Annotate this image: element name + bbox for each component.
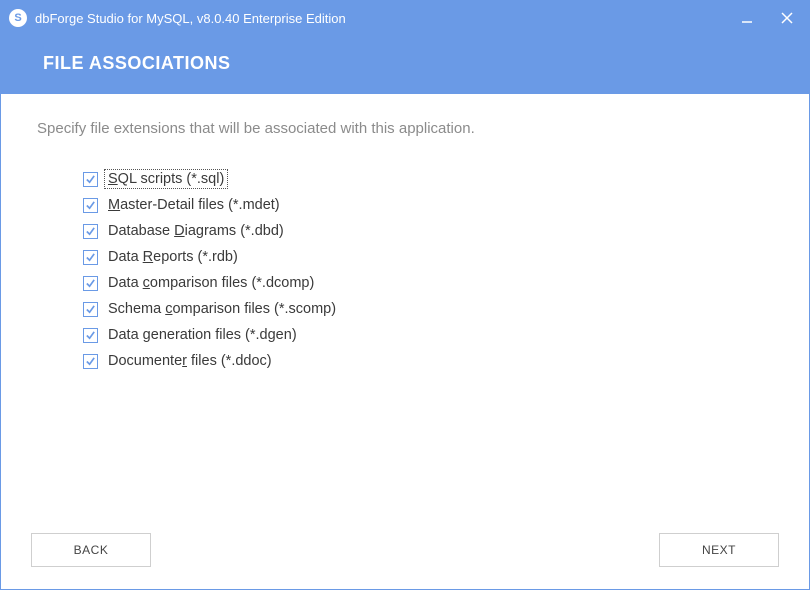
label-post: eports (*.rdb) xyxy=(153,249,238,265)
checkbox[interactable] xyxy=(83,328,98,343)
file-association-label[interactable]: SQL scripts (*.sql) xyxy=(106,171,226,187)
label-mnemonic: g xyxy=(143,327,151,343)
app-icon: S xyxy=(9,9,27,27)
label-pre: Data xyxy=(108,327,143,343)
file-association-item: Data Reports (*.rdb) xyxy=(83,249,773,265)
file-association-label[interactable]: Data generation files (*.dgen) xyxy=(106,327,299,343)
file-association-item: Database Diagrams (*.dbd) xyxy=(83,223,773,239)
file-association-label[interactable]: Data Reports (*.rdb) xyxy=(106,249,240,265)
file-association-item: SQL scripts (*.sql) xyxy=(83,171,773,187)
label-mnemonic: S xyxy=(108,171,118,187)
back-button[interactable]: BACK xyxy=(31,533,151,567)
next-button[interactable]: NEXT xyxy=(659,533,779,567)
label-post: iagrams (*.dbd) xyxy=(185,223,284,239)
file-association-label[interactable]: Documenter files (*.ddoc) xyxy=(106,353,274,369)
label-mnemonic: D xyxy=(174,223,184,239)
label-mnemonic: c xyxy=(143,275,150,291)
checkbox[interactable] xyxy=(83,198,98,213)
label-pre: Schema xyxy=(108,301,165,317)
footer: BACK NEXT xyxy=(1,519,809,589)
file-association-label[interactable]: Master-Detail files (*.mdet) xyxy=(106,197,282,213)
label-mnemonic: R xyxy=(143,249,153,265)
file-association-list: SQL scripts (*.sql) Master-Detail files (… xyxy=(37,171,773,369)
header-band: FILE ASSOCIATIONS xyxy=(1,35,809,94)
content-area: Specify file extensions that will be ass… xyxy=(1,94,809,519)
checkbox[interactable] xyxy=(83,250,98,265)
minimize-icon xyxy=(741,12,753,24)
file-association-label[interactable]: Database Diagrams (*.dbd) xyxy=(106,223,286,239)
label-pre: Database xyxy=(108,223,174,239)
label-post: omparison files (*.dcomp) xyxy=(150,275,314,291)
checkbox[interactable] xyxy=(83,276,98,291)
label-post: aster-Detail files (*.mdet) xyxy=(120,197,280,213)
page-heading: FILE ASSOCIATIONS xyxy=(43,53,799,74)
label-mnemonic: M xyxy=(108,197,120,213)
label-pre: Data xyxy=(108,275,143,291)
checkbox[interactable] xyxy=(83,354,98,369)
label-post: omparison files (*.scomp) xyxy=(172,301,336,317)
label-post: QL scripts (*.sql) xyxy=(118,171,225,187)
checkbox[interactable] xyxy=(83,172,98,187)
checkbox[interactable] xyxy=(83,224,98,239)
label-pre: Data xyxy=(108,249,143,265)
file-association-item: Master-Detail files (*.mdet) xyxy=(83,197,773,213)
window: S dbForge Studio for MySQL, v8.0.40 Ente… xyxy=(0,0,810,590)
close-button[interactable] xyxy=(771,6,803,30)
label-post: eneration files (*.dgen) xyxy=(151,327,297,343)
file-association-item: Data comparison files (*.dcomp) xyxy=(83,275,773,291)
minimize-button[interactable] xyxy=(731,6,763,30)
label-post: files (*.ddoc) xyxy=(187,353,272,369)
file-association-item: Schema comparison files (*.scomp) xyxy=(83,301,773,317)
file-association-label[interactable]: Data comparison files (*.dcomp) xyxy=(106,275,316,291)
checkbox[interactable] xyxy=(83,302,98,317)
label-pre: Documente xyxy=(108,353,182,369)
instruction-text: Specify file extensions that will be ass… xyxy=(37,120,773,137)
window-title: dbForge Studio for MySQL, v8.0.40 Enterp… xyxy=(35,11,731,26)
close-icon xyxy=(781,12,793,24)
file-association-item: Data generation files (*.dgen) xyxy=(83,327,773,343)
file-association-item: Documenter files (*.ddoc) xyxy=(83,353,773,369)
window-controls xyxy=(731,6,803,30)
file-association-label[interactable]: Schema comparison files (*.scomp) xyxy=(106,301,338,317)
titlebar: S dbForge Studio for MySQL, v8.0.40 Ente… xyxy=(1,1,809,35)
